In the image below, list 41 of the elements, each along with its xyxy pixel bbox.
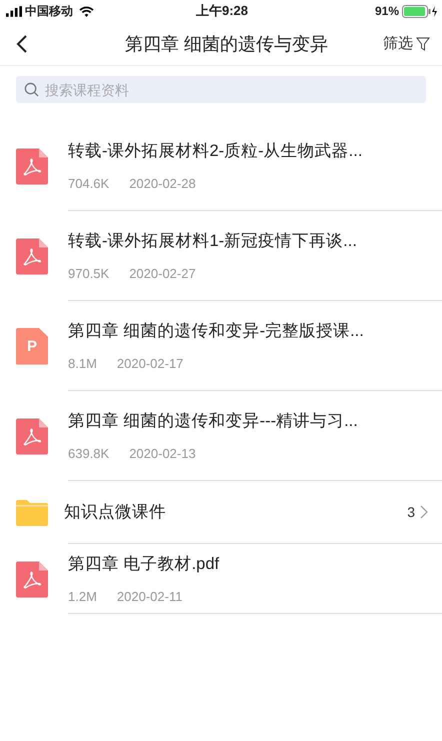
file-name: 转载-课外拓展材料1-新冠疫情下再谈... — [68, 231, 358, 252]
chevron-right-icon — [420, 505, 428, 519]
file-name: 第四章 电子教材.pdf — [68, 554, 220, 575]
pdf-file-icon — [16, 418, 48, 454]
file-date: 2020-02-13 — [129, 446, 196, 461]
pdf-file-icon — [16, 148, 48, 184]
wifi-icon — [79, 6, 94, 16]
back-icon — [16, 34, 28, 54]
file-row[interactable]: 第四章 细菌的遗传和变异---精讲与习... 639.8K 2020-02-13 — [0, 391, 442, 481]
file-date: 2020-02-27 — [129, 266, 196, 281]
pdf-file-icon — [16, 560, 48, 598]
ppt-file-icon: P — [16, 328, 48, 364]
file-name: 第四章 细菌的遗传和变异---精讲与习... — [68, 411, 359, 432]
folder-name: 知识点微课件 — [64, 502, 166, 523]
battery-percent: 91% — [374, 4, 399, 18]
file-row[interactable]: 知识点微课件 3 — [0, 481, 442, 544]
file-size: 704.6K — [68, 176, 110, 191]
file-size: 970.5K — [68, 266, 110, 281]
file-name: 转载-课外拓展材料2-质粒-从生物武器... — [68, 141, 364, 162]
folder-icon — [16, 500, 48, 526]
file-row[interactable]: P 第四章 细菌的遗传和变异-完整版授课... 8.1M 2020-02-17 — [0, 301, 442, 391]
file-size: 8.1M — [68, 356, 97, 371]
file-row[interactable]: 第四章 电子教材.pdf 1.2M 2020-02-11 — [0, 544, 442, 614]
carrier-name: 中国移动 — [25, 2, 73, 20]
item-count: 3 — [407, 504, 415, 520]
battery-icon — [402, 4, 438, 18]
file-row[interactable]: 转载-课外拓展材料2-质粒-从生物武器... 704.6K 2020-02-28 — [0, 121, 442, 211]
signal-icon — [6, 6, 22, 16]
file-date: 2020-02-28 — [129, 176, 196, 191]
page-title: 第四章 细菌的遗传与变异 — [124, 32, 329, 56]
file-size: 1.2M — [68, 589, 97, 604]
pdf-file-icon — [16, 238, 48, 274]
clock-time: 上午9:28 — [196, 2, 248, 20]
file-size: 639.8K — [68, 446, 110, 461]
filter-button[interactable]: 筛选 — [383, 34, 430, 53]
filter-icon — [416, 36, 430, 50]
file-date: 2020-02-17 — [116, 356, 184, 371]
file-date: 2020-02-11 — [116, 589, 182, 604]
file-name: 第四章 细菌的遗传和变异-完整版授课... — [68, 321, 365, 342]
search-field[interactable]: 搜索课程资料 — [16, 76, 426, 103]
file-row[interactable]: 转载-课外拓展材料1-新冠疫情下再谈... 970.5K 2020-02-27 — [0, 211, 442, 301]
